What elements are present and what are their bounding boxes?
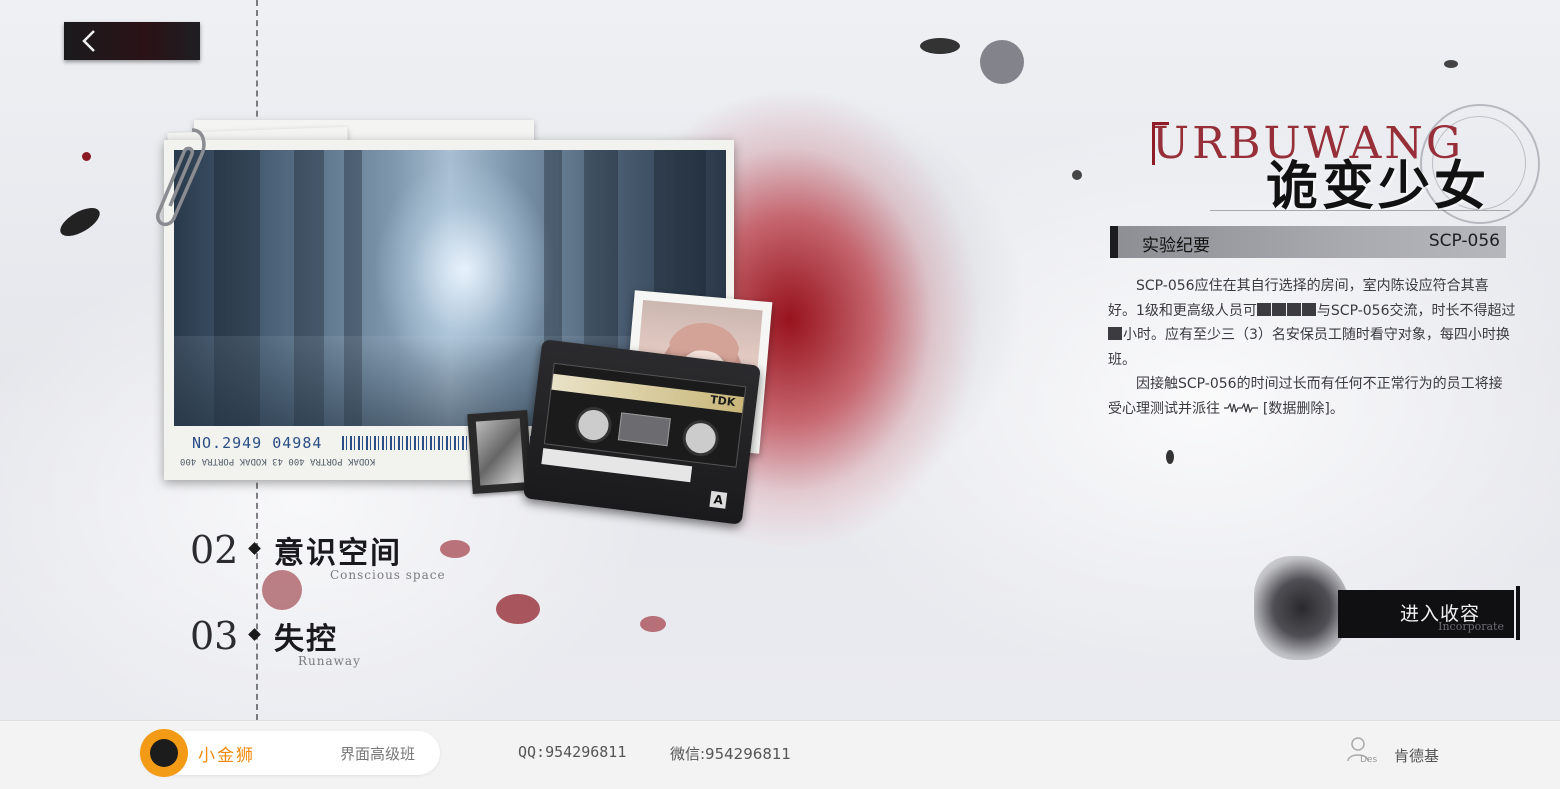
- course-name: 界面高级班: [340, 745, 416, 763]
- ink-splatter: [640, 616, 666, 632]
- record-code: SCP-056: [1428, 231, 1500, 251]
- ink-splatter: [980, 40, 1024, 84]
- cassette-brand-band: TDK: [551, 373, 745, 414]
- logo-divider: [1210, 210, 1510, 211]
- film-negative: [467, 410, 533, 494]
- enter-containment-button[interactable]: 进入收容 Incorporate: [1338, 586, 1520, 640]
- diamond-icon: [248, 628, 261, 641]
- brand-pill: 小金狮 界面高级班: [140, 729, 440, 777]
- chapter-number: 02: [190, 528, 239, 572]
- author-name: 肯德基: [1394, 747, 1440, 765]
- ink-splatter: [55, 202, 105, 242]
- record-paragraph: SCP-056应住在其自行选择的房间，室内陈设应符合其喜好。1级和更高级人员可与…: [1108, 278, 1516, 368]
- lion-logo-icon: [140, 729, 188, 777]
- film-brand-text: KODAK PORTRA 400 43 KODAK PORTRA 400: [180, 456, 376, 466]
- ink-splatter: [920, 38, 960, 54]
- brand-name: 小金狮: [198, 746, 255, 766]
- cassette-brand: TDK: [709, 393, 737, 410]
- ink-splatter: [496, 594, 540, 624]
- ink-splatter: [440, 540, 470, 558]
- ink-dot: [1166, 450, 1174, 464]
- wechat-contact: 微信:954296811: [670, 745, 791, 763]
- tape-reel-icon: [573, 404, 614, 446]
- paperclip-icon: [156, 128, 206, 227]
- waveform-redaction-icon: [1224, 401, 1259, 414]
- chapter-subtitle: Conscious space: [330, 568, 446, 582]
- record-paragraph: 因接触SCP-056的时间过长而有任何不正常行为的员工将接受心理测试并派往 [数…: [1108, 376, 1503, 417]
- ink-dot: [82, 152, 91, 161]
- enter-containment-area: 进入收容 Incorporate: [1248, 556, 1524, 666]
- chapter-number: 03: [190, 614, 239, 658]
- logo-chinese-title: 诡变少女: [1266, 156, 1491, 217]
- qq-contact: QQ:954296811: [518, 743, 627, 761]
- redacted-block: [1256, 302, 1271, 316]
- back-button[interactable]: [64, 22, 200, 60]
- record-title: 实验纪要: [1142, 236, 1210, 256]
- redacted-block: [1108, 327, 1122, 340]
- record-body: SCP-056应住在其自行选择的房间，室内陈设应符合其喜好。1级和更高级人员可与…: [1108, 274, 1516, 421]
- footer-bar: 小金狮 界面高级班 QQ:954296811 微信:954296811 Des …: [0, 720, 1560, 789]
- enter-button-sublabel: Incorporate: [1438, 620, 1504, 633]
- redacted-block: [1286, 302, 1301, 316]
- chapter-subtitle: Runaway: [298, 654, 361, 668]
- tape-window: [617, 412, 671, 447]
- background-scene: NO.2949 04984 KODAK PORTRA 400 43 KODAK …: [0, 0, 1560, 720]
- ink-splatter: [262, 570, 302, 610]
- ink-blot: [1254, 556, 1350, 660]
- ink-dot: [1072, 170, 1082, 180]
- user-des-label: Des: [1360, 755, 1378, 765]
- chevron-left-icon: [82, 30, 95, 52]
- tape-reel-icon: [680, 418, 721, 459]
- redacted-block: [1271, 302, 1286, 316]
- cassette-tape[interactable]: TDK A: [523, 339, 761, 525]
- chapter-title: 失控: [274, 622, 338, 657]
- diamond-icon: [248, 542, 261, 555]
- record-header-bar: 实验纪要 SCP-056: [1110, 226, 1506, 258]
- redacted-block: [1301, 302, 1316, 316]
- cassette-side-label: A: [709, 490, 728, 509]
- photo-serial-number: NO.2949 04984: [192, 434, 323, 452]
- ink-dot: [1444, 60, 1458, 68]
- chapter-title: 意识空间: [274, 536, 402, 571]
